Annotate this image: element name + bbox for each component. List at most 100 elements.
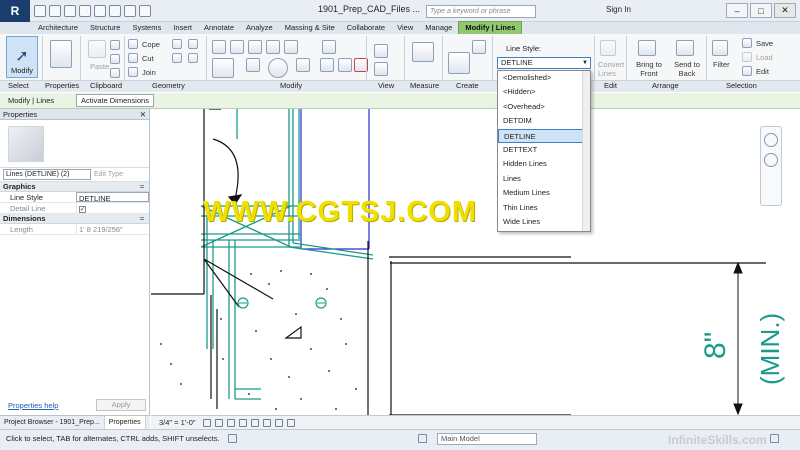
array-icon[interactable] [320,58,334,72]
convert-lines-icon[interactable] [600,40,616,56]
line-style-option[interactable]: <Overhead> [498,100,590,114]
crop-region-icon[interactable] [263,419,271,427]
tab-manage[interactable]: Manage [419,22,458,34]
zoom-icon[interactable] [764,153,778,167]
send-to-back-icon[interactable] [676,40,694,56]
filter-icon[interactable] [712,40,728,56]
maximize-button[interactable]: □ [750,3,772,18]
paste-icon[interactable] [88,40,106,58]
measure-icon[interactable] [109,4,121,17]
wall-joins-icon[interactable] [172,39,182,49]
cut-button[interactable]: Cut [142,54,154,63]
align-icon[interactable] [212,40,226,54]
line-style-option[interactable]: Wide Lines [498,215,590,229]
text-icon[interactable] [124,4,136,17]
match-properties-icon[interactable] [110,68,120,78]
bring-to-front-icon[interactable] [638,40,656,56]
dropdown-scrollbar[interactable] [582,71,590,231]
undo-icon[interactable] [64,4,76,17]
cope-icon[interactable] [128,39,138,49]
move-icon[interactable] [212,58,234,78]
reveal-hidden-icon[interactable] [287,419,295,427]
join-icon[interactable] [128,67,138,77]
filter-count-icon[interactable] [770,434,779,443]
tab-annotate[interactable]: Annotate [198,22,240,34]
drawing-canvas[interactable]: 8" (MIN.) [151,109,800,415]
line-style-option[interactable]: Medium Lines [498,186,590,200]
visual-style-icon[interactable] [215,419,223,427]
tab-collaborate[interactable]: Collaborate [341,22,391,34]
apply-button[interactable]: Apply [96,399,146,411]
minimize-button[interactable]: – [726,3,748,18]
send-to-back-button[interactable]: Send to Back [670,60,704,78]
tab-systems[interactable]: Systems [126,22,167,34]
pin-icon[interactable] [322,40,336,54]
3d-view-icon[interactable] [139,4,151,17]
temporary-hide-icon[interactable] [275,419,283,427]
detail-level-icon[interactable] [203,419,211,427]
tab-architecture[interactable]: Architecture [32,22,84,34]
mirror-draw-icon[interactable] [266,40,280,54]
measure-tool-icon[interactable] [412,42,434,62]
group-graphics[interactable]: Graphics ≈ [0,182,149,192]
modify-button[interactable]: ➚ Modify [6,36,38,78]
split-icon[interactable] [284,40,298,54]
tab-insert[interactable]: Insert [167,22,198,34]
tab-properties[interactable]: Properties [104,416,146,429]
shadows-icon[interactable] [239,419,247,427]
cope-button[interactable]: Cope [142,40,160,49]
scale-icon[interactable] [338,58,352,72]
save-icon[interactable] [49,4,61,17]
copy-element-icon[interactable] [246,58,260,72]
load-selection-icon[interactable] [742,52,752,62]
paste-button[interactable]: Paste [90,62,109,71]
tab-massing-site[interactable]: Massing & Site [279,22,341,34]
create-group-icon[interactable] [448,52,470,74]
line-style-option-selected[interactable]: DETLINE [498,128,590,143]
tab-view[interactable]: View [391,22,419,34]
worksets-icon[interactable] [228,434,237,443]
type-properties-icon[interactable] [50,40,72,68]
close-icon[interactable]: ✕ [140,109,146,120]
bring-to-front-button[interactable]: Bring to Front [632,60,666,78]
print-icon[interactable] [94,4,106,17]
sign-in-link[interactable]: Sign In [606,5,631,14]
line-style-field[interactable]: DETLINE [76,192,149,203]
line-style-option[interactable]: DETDIM [498,114,590,128]
cut-geometry-icon[interactable] [128,53,138,63]
group-dimensions[interactable]: Dimensions ≈ [0,214,149,224]
edit-selection-button[interactable]: Edit [756,67,769,76]
create-similar-icon[interactable] [472,40,486,54]
redo-icon[interactable] [79,4,91,17]
properties-help-link[interactable]: Properties help [8,401,58,410]
detail-line-checkbox[interactable]: ✓ [79,206,86,213]
view-scale[interactable]: 3/4" = 1'-0" [159,418,196,427]
paint-icon[interactable] [188,39,198,49]
edit-selection-icon[interactable] [742,66,752,76]
copy-icon[interactable] [110,54,120,64]
rotate-icon[interactable] [268,58,288,78]
line-style-option[interactable]: Thin Lines [498,201,590,215]
open-icon[interactable] [34,4,46,17]
search-input[interactable]: Type a keyword or phrase [426,5,536,18]
tab-project-browser[interactable]: Project Browser - 1901_Prep... [0,416,105,429]
tab-structure[interactable]: Structure [84,22,126,34]
hide-icon[interactable] [374,44,388,58]
crop-view-icon[interactable] [251,419,259,427]
demolish-icon[interactable] [188,53,198,63]
save-selection-button[interactable]: Save [756,39,773,48]
offset-icon[interactable] [230,40,244,54]
line-style-option[interactable]: Lines [498,172,590,186]
join-button[interactable]: Join [142,68,156,77]
line-style-option[interactable]: <Demolished> [498,71,590,85]
activate-dimensions-button[interactable]: Activate Dimensions [76,94,154,107]
split-face-icon[interactable] [172,53,182,63]
tab-analyze[interactable]: Analyze [240,22,279,34]
filter-button[interactable]: Filter [713,60,730,69]
app-menu-button[interactable]: R [0,0,30,22]
load-selection-button[interactable]: Load [756,53,773,62]
design-options-icon[interactable] [418,434,427,443]
line-style-select[interactable]: DETLINE ▼ [497,57,591,69]
trim-icon[interactable] [296,58,310,72]
close-button[interactable]: ✕ [774,3,796,18]
